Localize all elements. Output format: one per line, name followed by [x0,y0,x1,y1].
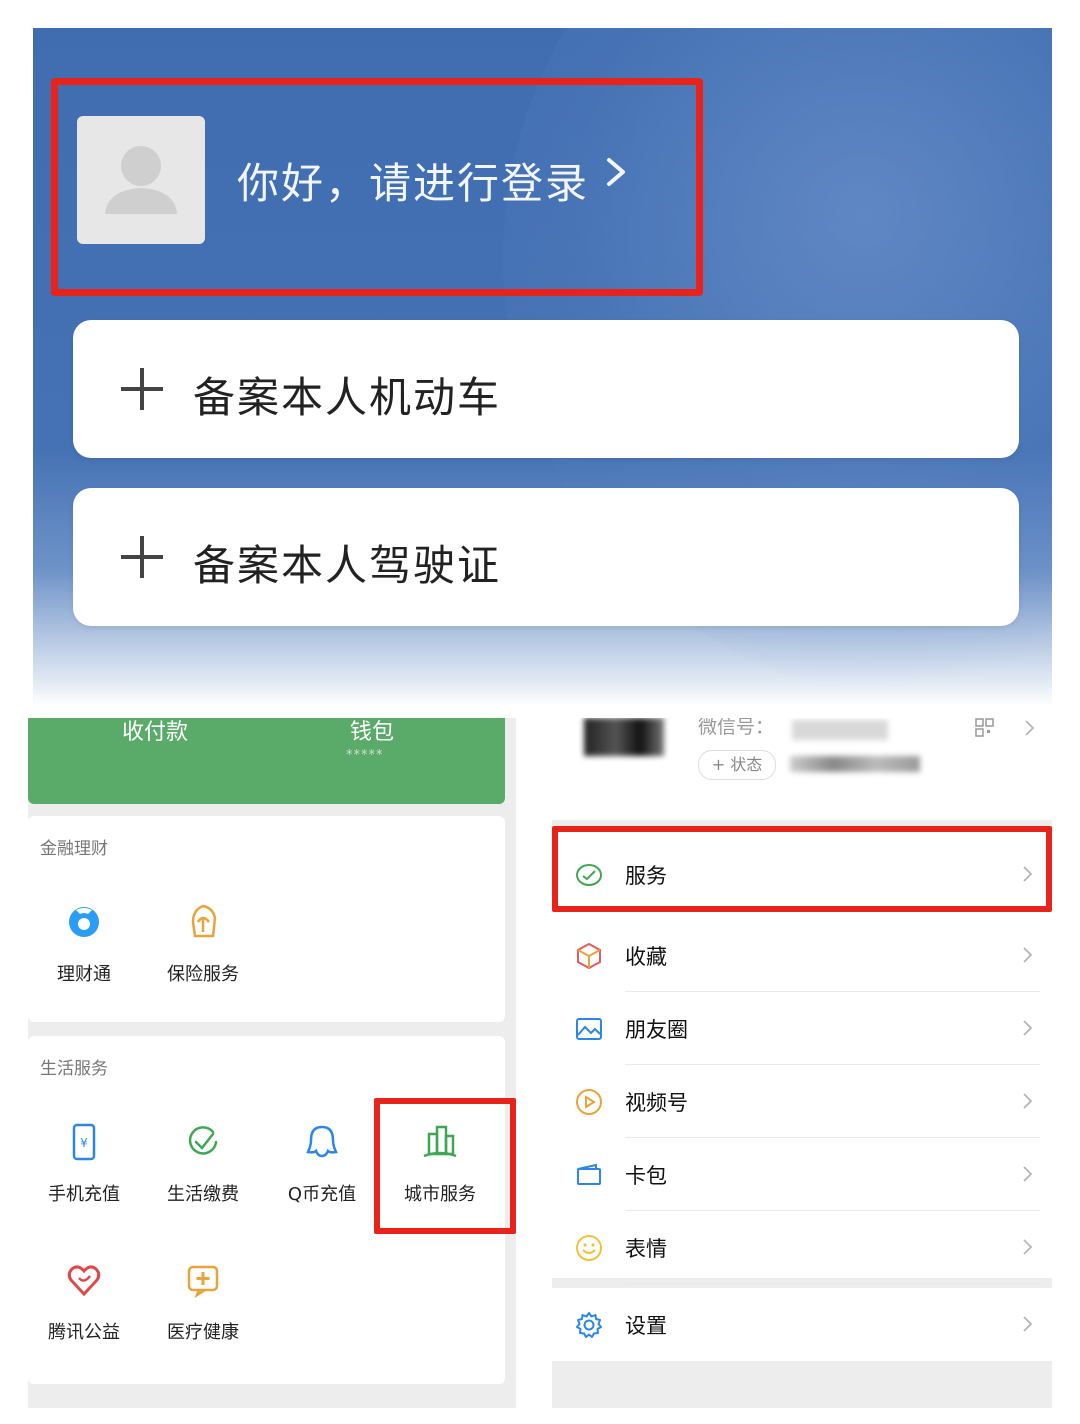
status-button[interactable]: + 状态 [698,750,776,780]
service-highlight-box [552,826,1052,912]
vehicle-registration-panel: 你好，请进行登录 备案本人机动车 备案本人驾驶证 [33,28,1052,706]
wallet-services-panel: 收付款 钱包 ***** 金融理财 理财通 保险服务 生活服务 ¥ 手机充值 生… [28,718,516,1408]
menu-item-channels[interactable]: 视频号 [552,1065,1052,1138]
phone-recharge-icon: ¥ [72,1123,96,1161]
insurance-icon [191,904,217,938]
section-title: 金融理财 [40,839,108,859]
chevron-right-icon [1023,1316,1033,1332]
medical-item[interactable]: 医疗健康 [144,1260,262,1344]
item-label: 理财通 [57,964,111,985]
avatar-blurred [584,718,664,756]
licaitong-icon [69,907,99,937]
menu-item-favorites[interactable]: 收藏 [552,919,1052,992]
plus-icon [121,368,163,410]
menu-item-card-wallet[interactable]: 卡包 [552,1138,1052,1211]
svg-text:¥: ¥ [80,1136,88,1150]
register-vehicle-card[interactable]: 备案本人机动车 [73,320,1019,458]
chevron-right-icon [1023,947,1033,963]
menu-label: 视频号 [625,1091,688,1115]
channels-icon [576,1089,602,1115]
menu-label: 卡包 [625,1164,667,1188]
menu-label: 朋友圈 [625,1018,688,1042]
phone-recharge-item[interactable]: ¥ 手机充值 [28,1122,143,1206]
utility-payment-item[interactable]: 生活缴费 [144,1122,262,1206]
login-highlight-box [51,78,703,296]
wechat-id-label: 微信号： [698,718,775,738]
chevron-right-icon [1023,1020,1033,1036]
chevron-right-icon [1023,1166,1033,1182]
profile-header[interactable]: 微信号： + 状态 [552,718,1052,820]
wechat-id-blurred [792,720,888,740]
insurance-item[interactable]: 保险服务 [144,902,262,986]
licaitong-item[interactable]: 理财通 [28,902,143,986]
finance-section: 金融理财 理财通 保险服务 [28,816,505,1022]
item-label: Q币充值 [287,1184,357,1205]
register-vehicle-label: 备案本人机动车 [193,373,502,422]
register-license-card[interactable]: 备案本人驾驶证 [73,488,1019,626]
menu-item-settings[interactable]: 设置 [552,1288,1052,1361]
me-menu-panel: 微信号： + 状态 服务 收藏 朋友圈 视频号 卡包 表情 设置 [552,718,1052,1408]
plus-icon [121,536,163,578]
charity-item[interactable]: 腾讯公益 [28,1260,143,1344]
qcoin-item[interactable]: Q币充值 [263,1122,381,1206]
qr-code-icon[interactable] [974,718,996,738]
item-label: 医疗健康 [167,1322,239,1343]
city-service-highlight-box [374,1098,516,1234]
utility-payment-icon [188,1126,218,1155]
chevron-right-icon [1025,720,1035,736]
menu-label: 收藏 [625,945,667,969]
wallet-button[interactable]: 钱包 [350,718,394,746]
medical-icon [187,1265,219,1299]
balance-mask: ***** [346,748,384,763]
item-label: 生活缴费 [167,1184,239,1205]
menu-label: 表情 [625,1237,667,1261]
menu-item-moments[interactable]: 朋友圈 [552,992,1052,1065]
status-blurred [790,756,920,772]
moments-icon [576,1018,602,1040]
item-label: 保险服务 [167,964,239,985]
sticker-icon [576,1235,602,1261]
card-wallet-icon [577,1163,601,1185]
wallet-bar: 收付款 钱包 ***** [28,718,505,804]
menu-label: 设置 [625,1314,667,1338]
gear-icon [576,1312,602,1338]
register-license-label: 备案本人驾驶证 [193,541,502,590]
item-label: 手机充值 [48,1184,120,1205]
favorites-icon [577,942,601,970]
chevron-right-icon [1023,1239,1033,1255]
item-label: 腾讯公益 [48,1322,120,1343]
menu-item-stickers[interactable]: 表情 [552,1211,1052,1284]
chevron-right-icon [1023,1093,1033,1109]
section-title: 生活服务 [40,1059,108,1079]
charity-icon [67,1265,101,1297]
qcoin-icon [306,1125,338,1158]
pay-receive-button[interactable]: 收付款 [122,718,188,746]
